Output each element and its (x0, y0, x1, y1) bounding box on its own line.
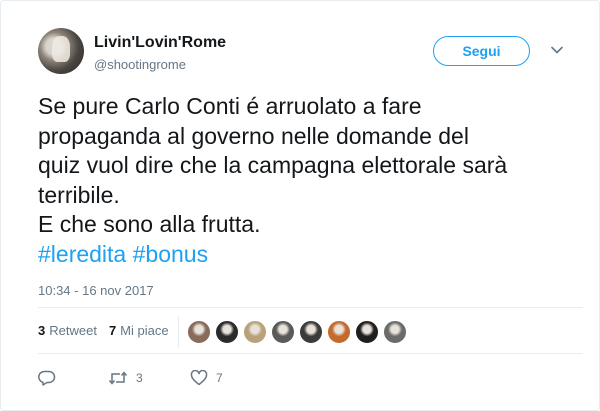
user-avatar[interactable] (243, 320, 267, 344)
tweet-line: E che sono alla frutta. (38, 211, 261, 237)
tweet-line: propaganda al governo nelle domande del (38, 122, 469, 149)
likes-count: 7 (108, 323, 117, 338)
user-avatar[interactable] (215, 320, 239, 344)
author-handle[interactable]: @shootingrome (94, 57, 186, 72)
retweets-label: Retweet (49, 323, 97, 338)
tweet-line: terribile. (38, 181, 120, 208)
retweet-count: 3 (136, 371, 143, 385)
user-avatar[interactable] (383, 320, 407, 344)
user-avatar[interactable] (299, 320, 323, 344)
like-count: 7 (216, 371, 223, 385)
avatar[interactable] (38, 28, 84, 74)
user-avatar[interactable] (187, 320, 211, 344)
hashtag-link[interactable]: #leredita (38, 241, 126, 267)
tweet-line: Se pure Carlo Conti é arruolato a fare (38, 93, 422, 119)
user-avatar[interactable] (271, 320, 295, 344)
tweet-stats: 3 Retweet 7 Mi piace (38, 323, 181, 338)
liker-avatars (187, 320, 411, 344)
tweet-actions: 3 7 (38, 367, 223, 389)
author-name[interactable]: Livin'Lovin'Rome (94, 34, 226, 52)
likes-label: Mi piace (120, 323, 169, 338)
user-avatar[interactable] (327, 320, 351, 344)
retweet-icon (108, 371, 128, 385)
divider (38, 307, 583, 308)
tweet-line: quiz vuol dire che la campagna elettoral… (38, 152, 508, 178)
retweet-button[interactable]: 3 (108, 371, 190, 385)
reply-icon (38, 370, 56, 386)
user-avatar[interactable] (355, 320, 379, 344)
retweets-count: 3 (38, 323, 46, 338)
hashtag-line: #leredita #bonus (38, 240, 583, 270)
chevron-down-icon[interactable] (550, 43, 564, 57)
like-button[interactable]: 7 (190, 370, 223, 386)
retweets-stat[interactable]: 3 Retweet (38, 323, 97, 338)
hashtag-link[interactable]: #bonus (133, 241, 208, 267)
reply-button[interactable] (38, 370, 108, 386)
tweet-card: Livin'Lovin'Rome @shootingrome Segui Se … (0, 0, 600, 411)
divider (38, 353, 583, 354)
divider (178, 316, 179, 348)
follow-button[interactable]: Segui (433, 36, 530, 66)
tweet-text: Se pure Carlo Conti é arruolato a fare p… (38, 92, 583, 269)
heart-icon (190, 370, 208, 386)
likes-stat[interactable]: 7 Mi piace (109, 323, 169, 338)
tweet-timestamp[interactable]: 10:34 - 16 nov 2017 (38, 283, 154, 298)
